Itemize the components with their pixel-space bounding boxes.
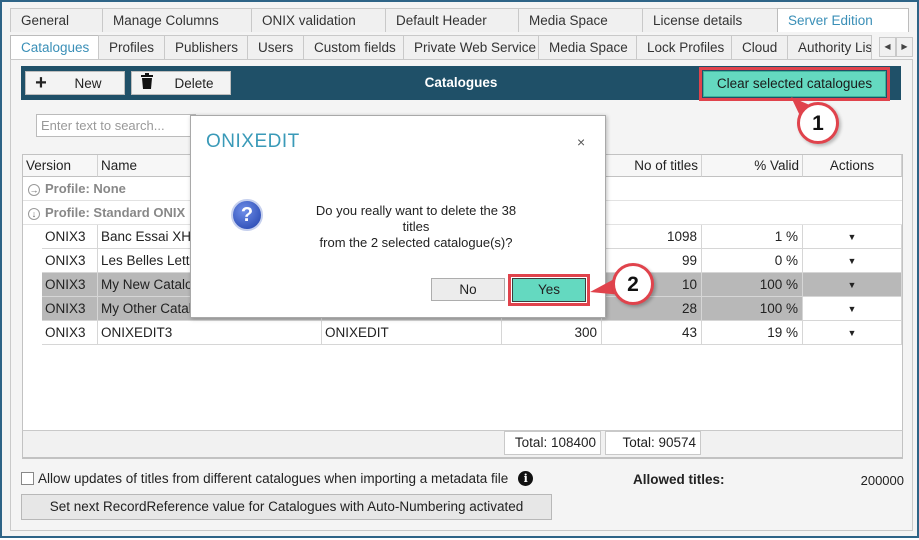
- app-window: General Manage Columns ONIX validation D…: [0, 0, 919, 538]
- callout-marker-1: 1: [797, 102, 839, 144]
- callout-pointers: [590, 97, 812, 295]
- callout-marker-2: 2: [612, 263, 654, 305]
